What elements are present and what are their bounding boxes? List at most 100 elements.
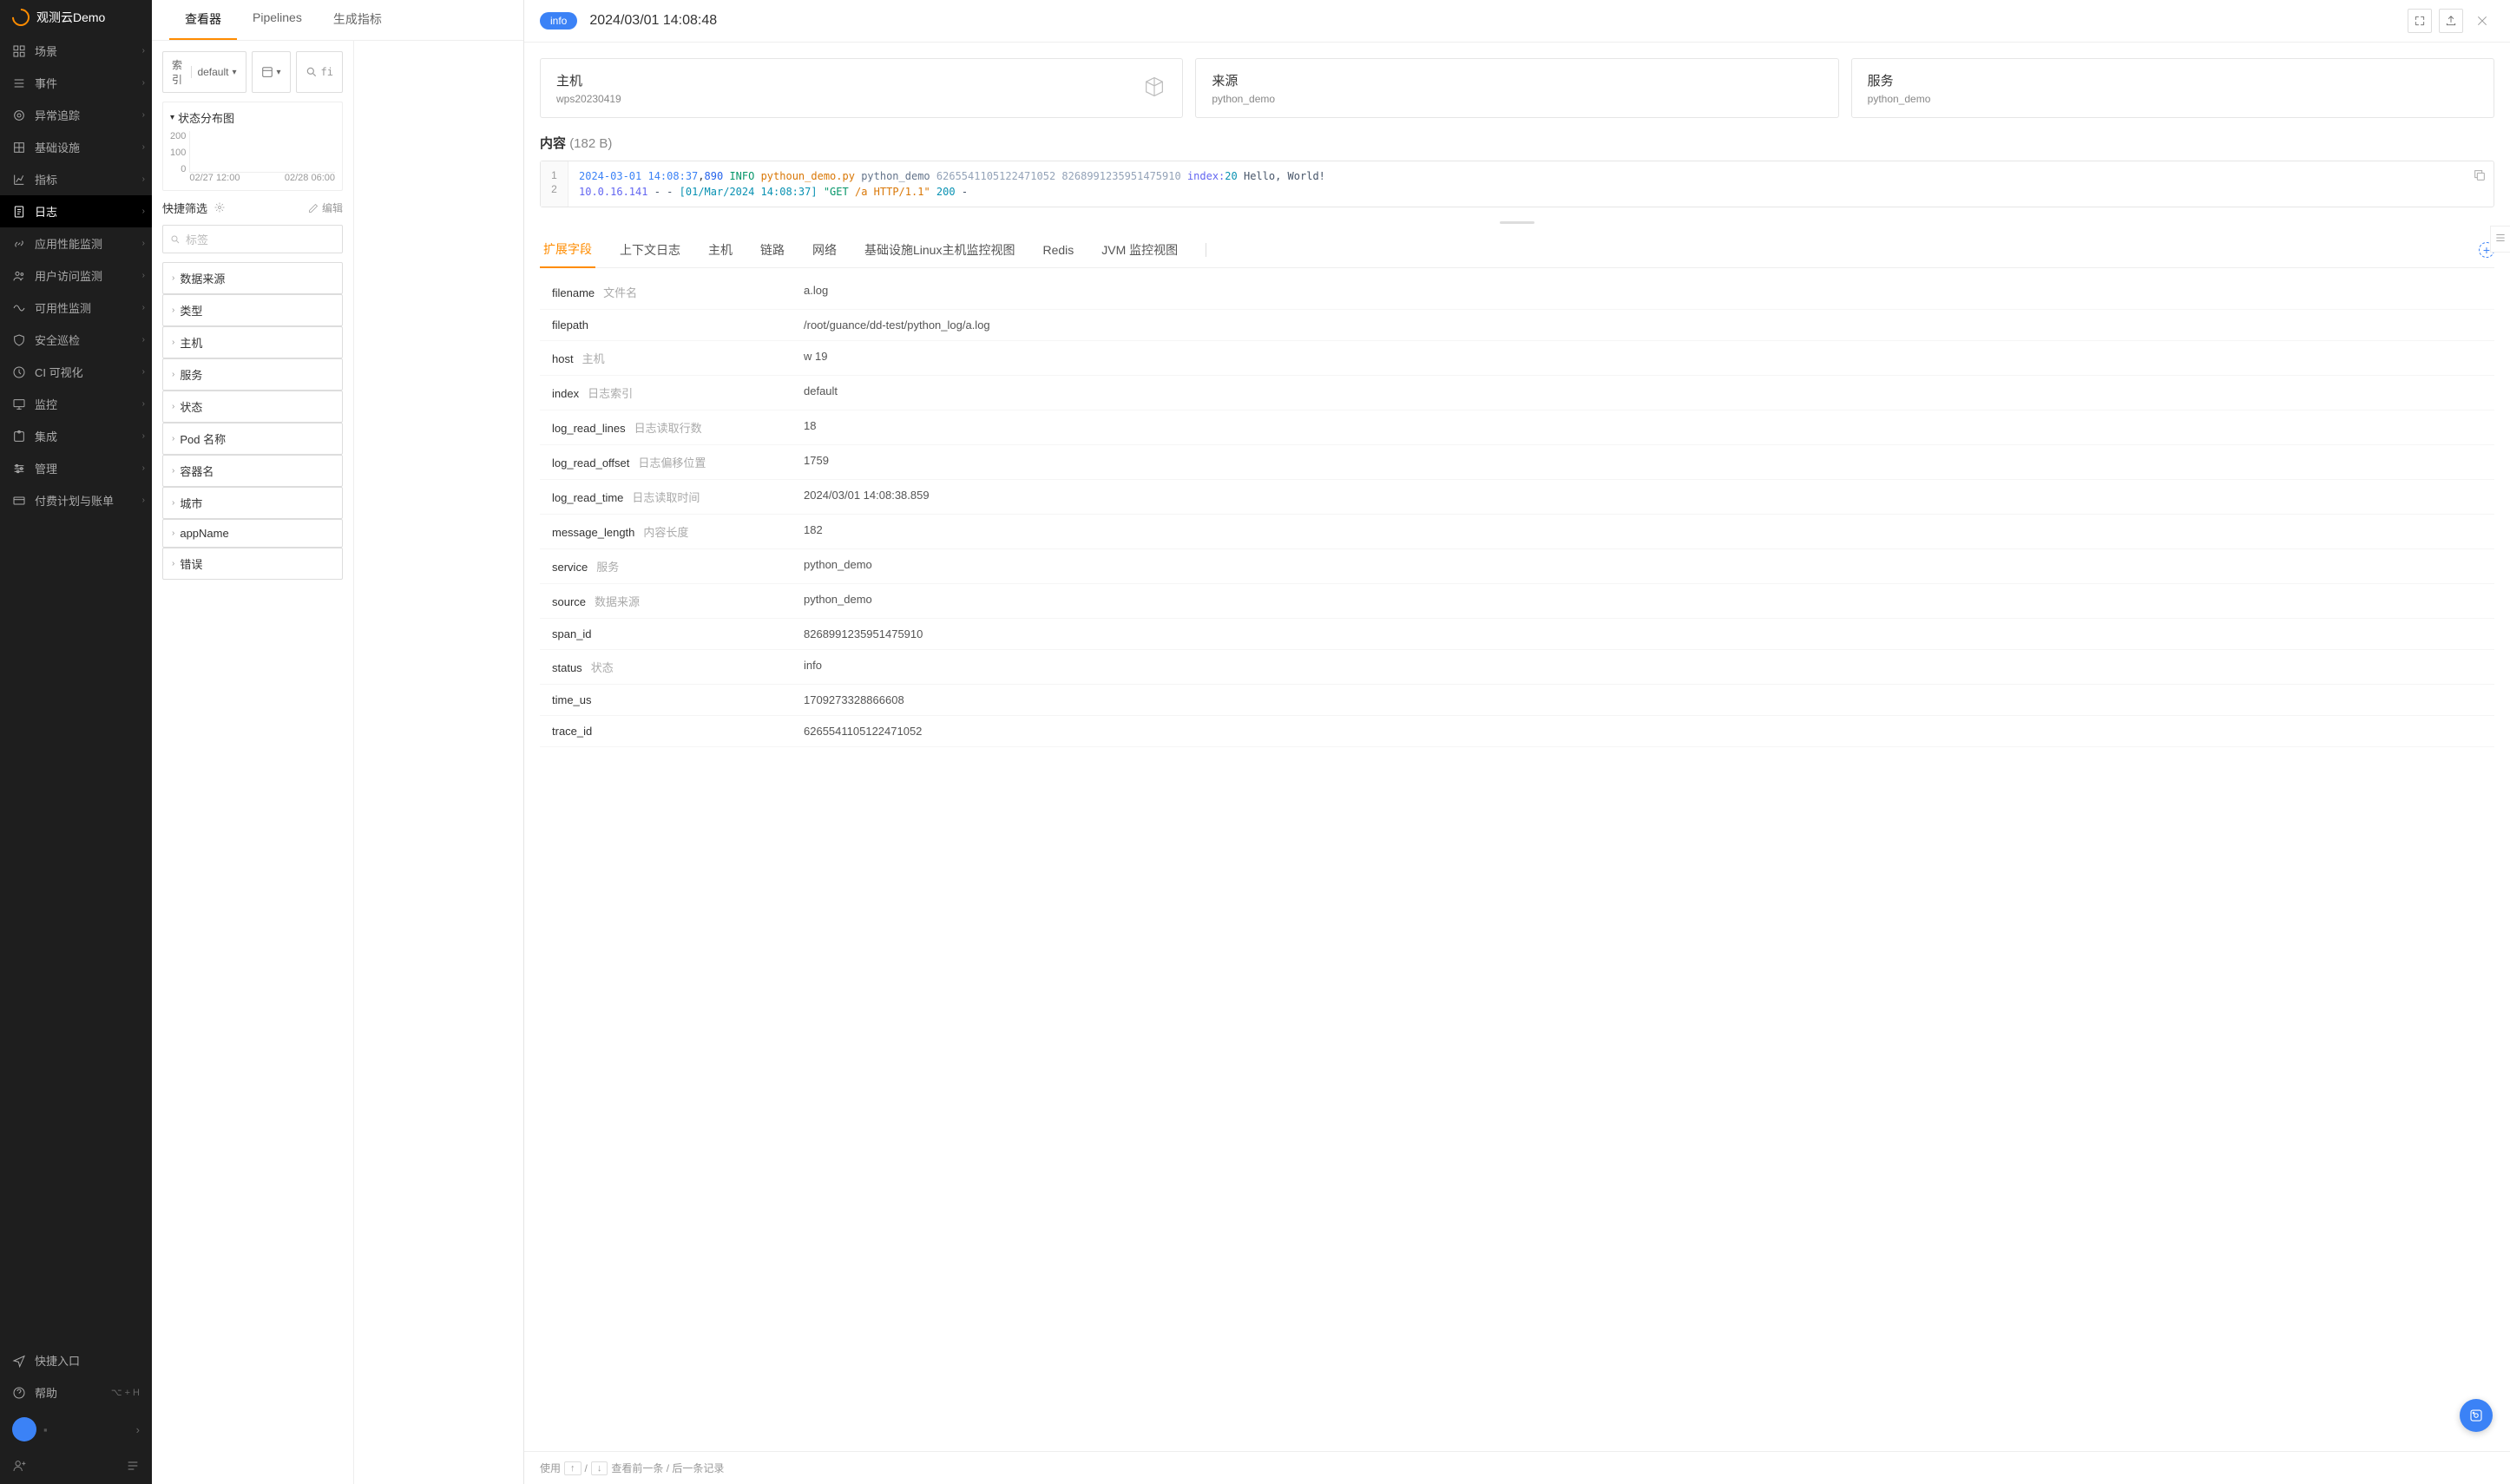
field-row[interactable]: host主机w 19 <box>540 341 2494 376</box>
nav-footer: 快捷入口帮助⌥ + H <box>0 1344 152 1408</box>
detail-tab[interactable]: JVM 监控视图 <box>1098 233 1181 267</box>
sidebar-item-users[interactable]: 用户访问监测› <box>0 259 152 292</box>
field-row[interactable]: filename文件名a.log <box>540 275 2494 310</box>
fab-button[interactable] <box>2460 1399 2493 1432</box>
field-row[interactable]: log_read_offset日志偏移位置1759 <box>540 445 2494 480</box>
search-input-wrap[interactable]: fi <box>296 51 343 93</box>
summary-card[interactable]: 服务python_demo <box>1851 58 2494 118</box>
filter-item[interactable]: ›数据来源 <box>162 262 343 294</box>
chevron-right-icon: › <box>142 78 145 88</box>
field-row[interactable]: trace_id6265541105122471052 <box>540 716 2494 747</box>
sidebar-item-shield[interactable]: 安全巡检› <box>0 324 152 356</box>
sidebar-item-layout[interactable]: 场景› <box>0 35 152 67</box>
nav-user[interactable]: ▪ › <box>0 1408 152 1450</box>
field-row[interactable]: log_read_time日志读取时间2024/03/01 14:08:38.8… <box>540 480 2494 515</box>
field-row[interactable]: service服务python_demo <box>540 549 2494 584</box>
sidebar-item-ci[interactable]: CI 可视化› <box>0 356 152 388</box>
sidebar-item-link[interactable]: 应用性能监测› <box>0 227 152 259</box>
export-button[interactable] <box>2439 9 2463 33</box>
chevron-right-icon: › <box>172 402 174 411</box>
chevron-right-icon: › <box>142 271 145 280</box>
sidebar-item-wave[interactable]: 可用性监测› <box>0 292 152 324</box>
edit-link[interactable]: 编辑 <box>308 200 343 215</box>
shield-icon <box>12 333 26 347</box>
chevron-right-icon: › <box>172 273 174 283</box>
drawer-foot: 使用 ↑ / ↓ 查看前一条 / 后一条记录 <box>524 1451 2510 1484</box>
link-icon <box>12 237 26 251</box>
left-panel: 索引 default ▾ ▾ fi ▾ <box>152 41 354 1484</box>
detail-tab[interactable]: 扩展字段 <box>540 232 595 268</box>
search-icon <box>306 66 318 78</box>
chevron-right-icon: › <box>172 305 174 315</box>
filter-item[interactable]: ›城市 <box>162 487 343 519</box>
tab-0[interactable]: 查看器 <box>169 0 237 40</box>
user-add-icon[interactable] <box>12 1459 26 1475</box>
filter-item[interactable]: ›appName <box>162 519 343 548</box>
filter-item[interactable]: ›主机 <box>162 326 343 358</box>
search-value: fi <box>321 66 333 78</box>
field-row[interactable]: status状态info <box>540 650 2494 685</box>
field-row[interactable]: filepath/root/guance/dd-test/python_log/… <box>540 310 2494 341</box>
gear-icon[interactable] <box>214 202 225 215</box>
sidebar-item-chart[interactable]: 指标› <box>0 163 152 195</box>
sidebar-item-target[interactable]: 异常追踪› <box>0 99 152 131</box>
sidebar-item-settings[interactable]: 管理› <box>0 452 152 484</box>
tag-input[interactable]: 标签 <box>162 225 343 253</box>
code-block: 12 2024-03-01 14:08:37,890 INFO pythoun_… <box>540 161 2494 207</box>
index-selector[interactable]: 索引 default ▾ <box>162 51 246 93</box>
chevron-right-icon: › <box>142 496 145 505</box>
close-button[interactable] <box>2470 9 2494 33</box>
chevron-right-icon: › <box>142 399 145 409</box>
collapse-icon[interactable] <box>126 1459 140 1475</box>
filter-item[interactable]: ›状态 <box>162 391 343 423</box>
sidebar: 观测云Demo 场景›事件›异常追踪›基础设施›指标›日志›应用性能监测›用户访… <box>0 0 152 1484</box>
filter-item[interactable]: ›服务 <box>162 358 343 391</box>
sidebar-item-grid[interactable]: 基础设施› <box>0 131 152 163</box>
sidebar-item-label: 集成 <box>35 428 57 444</box>
main: 查看器Pipelines生成指标 索引 default ▾ ▾ fi <box>152 0 2510 1484</box>
grid-icon <box>12 141 26 154</box>
tab-2[interactable]: 生成指标 <box>318 0 398 40</box>
sidebar-foot-help[interactable]: 帮助⌥ + H <box>0 1376 152 1408</box>
chevron-right-icon: › <box>172 559 174 568</box>
brand[interactable]: 观测云Demo <box>0 0 152 35</box>
filter-item[interactable]: ›类型 <box>162 294 343 326</box>
detail-tab[interactable]: Redis <box>1039 234 1077 266</box>
fullscreen-button[interactable] <box>2408 9 2432 33</box>
detail-tab[interactable]: 主机 <box>705 233 736 267</box>
content-section-title: 内容 (182 B) <box>540 134 2494 152</box>
sidebar-item-list[interactable]: 事件› <box>0 67 152 99</box>
sidebar-item-puzzle[interactable]: 集成› <box>0 420 152 452</box>
side-toggle[interactable] <box>2490 226 2510 253</box>
detail-tabs: 扩展字段上下文日志主机链路网络基础设施Linux主机监控视图 Redis JVM 监… <box>540 232 2494 268</box>
filter-item[interactable]: ›Pod 名称 <box>162 423 343 455</box>
detail-tab[interactable]: 链路 <box>757 233 788 267</box>
index-value: default <box>191 66 228 78</box>
field-row[interactable]: log_read_lines日志读取行数18 <box>540 410 2494 445</box>
detail-tab[interactable]: 基础设施Linux主机监控视图 <box>861 233 1018 267</box>
filter-item[interactable]: ›错误 <box>162 548 343 580</box>
field-row[interactable]: source数据来源python_demo <box>540 584 2494 619</box>
copy-button[interactable] <box>2473 168 2487 185</box>
summary-card[interactable]: 来源python_demo <box>1195 58 1838 118</box>
sidebar-item-card[interactable]: 付费计划与账单 › <box>0 484 152 516</box>
sidebar-item-label: 付费计划与账单 <box>35 492 114 509</box>
sidebar-item-doc[interactable]: 日志› <box>0 195 152 227</box>
chevron-right-icon: › <box>142 110 145 120</box>
sidebar-item-label: CI 可视化 <box>35 364 83 380</box>
detail-tab[interactable]: 网络 <box>809 233 840 267</box>
sidebar-foot-send[interactable]: 快捷入口 <box>0 1344 152 1376</box>
filter-item[interactable]: ›容器名 <box>162 455 343 487</box>
summary-card[interactable]: 主机wps20230419 <box>540 58 1183 118</box>
view-toggle[interactable]: ▾ <box>252 51 291 93</box>
field-row[interactable]: message_length内容长度182 <box>540 515 2494 549</box>
field-row[interactable]: span_id8268991235951475910 <box>540 619 2494 650</box>
detail-tab[interactable]: 上下文日志 <box>616 233 684 267</box>
tab-1[interactable]: Pipelines <box>237 0 318 40</box>
chart-title[interactable]: ▾ 状态分布图 <box>170 109 335 126</box>
sidebar-item-monitor[interactable]: 监控› <box>0 388 152 420</box>
drawer-head: info 2024/03/01 14:08:48 <box>524 0 2510 43</box>
field-row[interactable]: index日志索引default <box>540 376 2494 410</box>
field-row[interactable]: time_us1709273328866608 <box>540 685 2494 716</box>
resize-handle[interactable] <box>540 220 2494 225</box>
